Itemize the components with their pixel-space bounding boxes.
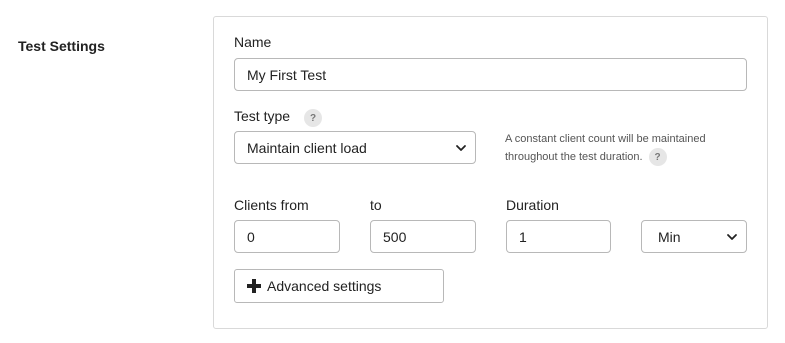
name-input-value: My First Test: [247, 66, 327, 83]
clients-from-label: Clients from: [234, 197, 309, 213]
test-type-select[interactable]: Maintain client load: [234, 131, 476, 164]
test-type-note: A constant client count will be maintain…: [505, 131, 745, 166]
duration-label: Duration: [506, 197, 559, 213]
test-type-selected: Maintain client load: [247, 139, 367, 156]
advanced-settings-button[interactable]: Advanced settings: [234, 269, 444, 303]
clients-to-value: 500: [383, 228, 407, 245]
chevron-down-icon: [455, 142, 467, 154]
duration-value: 1: [519, 228, 527, 245]
clients-to-label: to: [370, 197, 382, 213]
help-icon[interactable]: ?: [304, 109, 322, 127]
help-icon[interactable]: ?: [648, 148, 667, 166]
name-label: Name: [234, 34, 272, 50]
clients-from-value: 0: [247, 228, 255, 245]
name-input[interactable]: My First Test: [234, 58, 747, 91]
clients-from-input[interactable]: 0: [234, 220, 340, 253]
test-type-note-text: A constant client count will be maintain…: [505, 133, 706, 163]
section-title: Test Settings: [18, 38, 105, 54]
duration-input[interactable]: 1: [506, 220, 611, 253]
chevron-down-icon: [726, 231, 738, 243]
advanced-settings-label: Advanced settings: [267, 278, 382, 294]
test-type-label: Test type: [234, 108, 291, 124]
plus-icon: [247, 279, 261, 293]
duration-unit-selected: Min: [658, 228, 681, 245]
clients-to-input[interactable]: 500: [370, 220, 476, 253]
duration-unit-select[interactable]: Min: [641, 220, 747, 253]
